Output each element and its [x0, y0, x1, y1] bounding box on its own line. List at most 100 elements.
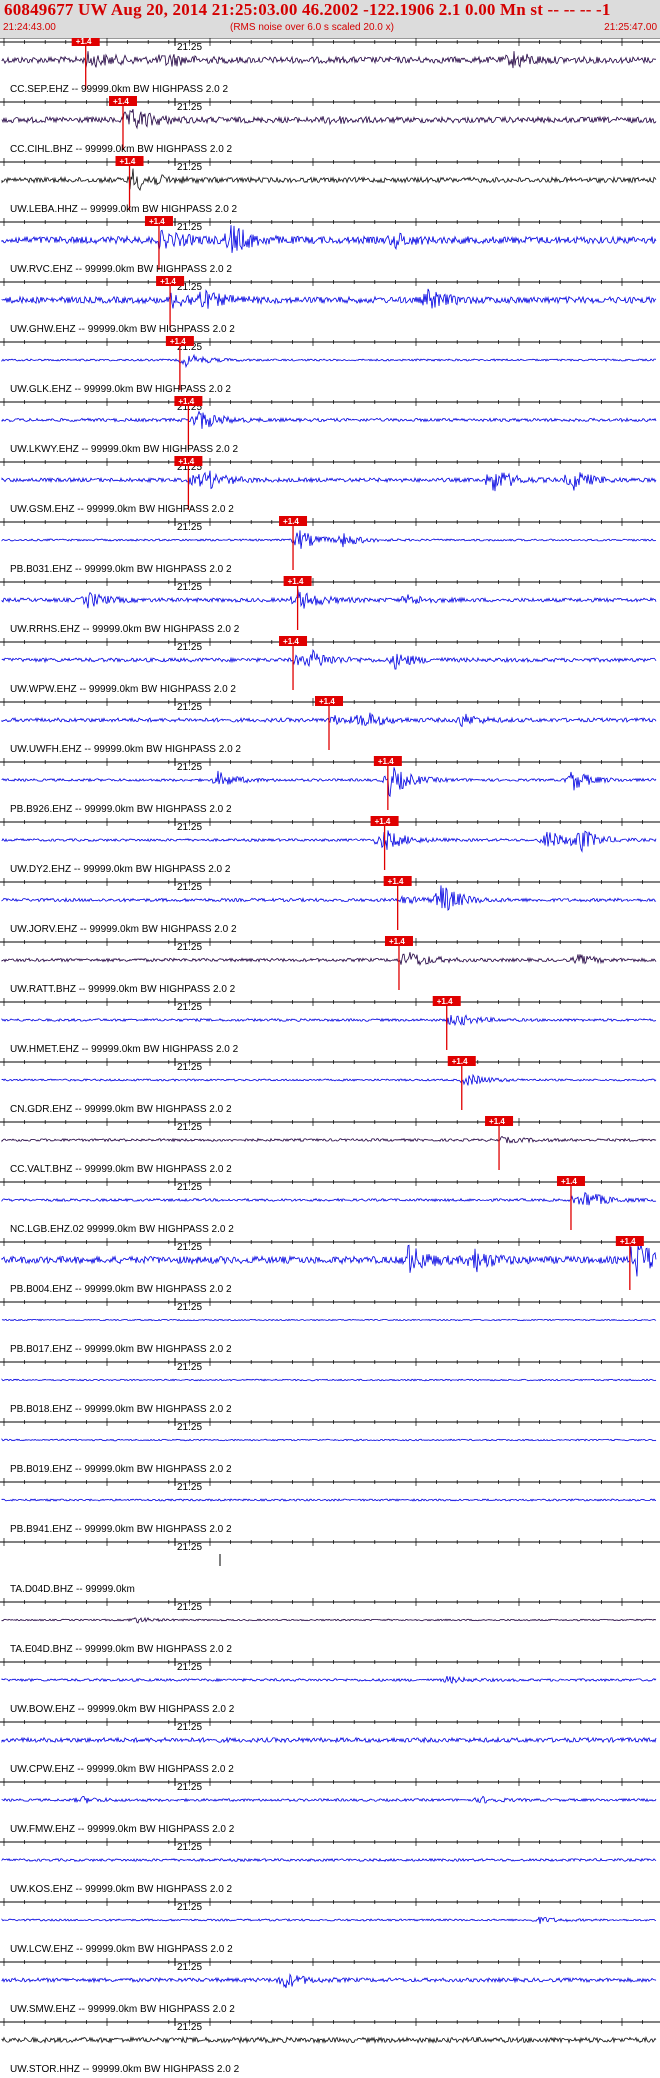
waveform-trace [1, 1857, 657, 1863]
minute-label: 21:25 [177, 1842, 202, 1853]
minute-label: 21:25 [177, 942, 202, 953]
pick-label: +1.4 [283, 517, 299, 526]
minute-label: 21:25 [177, 102, 202, 113]
pick-label: +1.4 [452, 1057, 468, 1066]
minute-label: 21:25 [177, 1542, 202, 1553]
station-label: UW.UWFH.EHZ -- 99999.0km BW HIGHPASS 2.0… [10, 744, 241, 755]
minute-label: 21:25 [177, 1782, 202, 1793]
waveform-trace [1, 1073, 657, 1086]
pick-label: +1.4 [388, 877, 404, 886]
station-label: TA.E04D.BHZ -- 99999.0km BW HIGHPASS 2.0… [10, 1644, 232, 1655]
waveform-trace [1, 1438, 657, 1442]
minute-label: 21:25 [177, 702, 202, 713]
minute-label: 21:25 [177, 882, 202, 893]
minute-label: 21:25 [177, 1362, 202, 1373]
pick-label: +1.4 [149, 217, 165, 226]
minute-label: 21:25 [177, 42, 202, 53]
waveform-trace [1, 1973, 657, 1989]
station-label: UW.RATT.BHZ -- 99999.0km BW HIGHPASS 2.0… [10, 984, 236, 995]
waveform-trace [1, 952, 657, 966]
waveform-trace [1, 353, 657, 369]
pick-label: +1.4 [178, 397, 194, 406]
minute-label: 21:25 [177, 762, 202, 773]
station-label: PB.B017.EHZ -- 99999.0km BW HIGHPASS 2.0… [10, 1344, 232, 1355]
waveform-trace [1, 1135, 657, 1144]
waveform-trace [1, 51, 657, 69]
station-label: UW.LCW.EHZ -- 99999.0km BW HIGHPASS 2.0 … [10, 1944, 233, 1955]
minute-label: 21:25 [177, 1302, 202, 1313]
pick-label: +1.4 [389, 937, 405, 946]
minute-label: 21:25 [177, 1062, 202, 1073]
minute-label: 21:25 [177, 522, 202, 533]
event-title: 60849677 UW Aug 20, 2014 21:25:03.00 46.… [4, 0, 611, 19]
waveform-trace [1, 1318, 657, 1322]
waveform-trace [1, 1244, 657, 1277]
waveform-trace [1, 225, 657, 253]
station-label: NC.LGB.EHZ.02 99999.0km BW HIGHPASS 2.0 … [10, 1224, 234, 1235]
pick-label: +1.4 [170, 337, 186, 346]
waveform-trace [1, 288, 657, 309]
station-label: UW.STOR.HHZ -- 99999.0km BW HIGHPASS 2.0… [10, 2064, 240, 2075]
minute-label: 21:25 [177, 1722, 202, 1733]
station-label: PB.B941.EHZ -- 99999.0km BW HIGHPASS 2.0… [10, 1524, 232, 1535]
station-label: CC.CIHL.BHZ -- 99999.0km BW HIGHPASS 2.0… [10, 144, 233, 155]
station-label: UW.GHW.EHZ -- 99999.0km BW HIGHPASS 2.0 … [10, 324, 235, 335]
station-label: UW.HMET.EHZ -- 99999.0km BW HIGHPASS 2.0… [10, 1044, 239, 1055]
seismogram-plot: 21:25 +1.4 CC.SEP.EHZ -- 99999.0km BW HIGH… [0, 38, 660, 2078]
station-label: UW.GLK.EHZ -- 99999.0km BW HIGHPASS 2.0 … [10, 384, 231, 395]
minute-label: 21:25 [177, 1902, 202, 1913]
waveform-trace [1, 470, 657, 492]
minute-label: 21:25 [177, 1422, 202, 1433]
pick-label: +1.4 [113, 97, 129, 106]
waveform-trace [1, 589, 657, 609]
pick-label: +1.4 [561, 1177, 577, 1186]
minute-label: 21:25 [177, 642, 202, 653]
station-label: UW.JORV.EHZ -- 99999.0km BW HIGHPASS 2.0… [10, 924, 237, 935]
station-label: UW.LKWY.EHZ -- 99999.0km BW HIGHPASS 2.0… [10, 444, 238, 455]
waveform-trace [1, 1498, 657, 1502]
waveform-trace [1, 1378, 657, 1382]
waveform-trace [1, 767, 657, 798]
minute-label: 21:25 [177, 162, 202, 173]
station-label: PB.B004.EHZ -- 99999.0km BW HIGHPASS 2.0… [10, 1284, 232, 1295]
minute-label: 21:25 [177, 222, 202, 233]
station-label: UW.KOS.EHZ -- 99999.0km BW HIGHPASS 2.0 … [10, 1884, 233, 1895]
waveform-trace [1, 1192, 657, 1206]
station-label: PB.B031.EHZ -- 99999.0km BW HIGHPASS 2.0… [10, 564, 232, 575]
station-label: TA.D04D.BHZ -- 99999.0km [10, 1584, 135, 1595]
pick-label: +1.4 [288, 577, 304, 586]
start-time: 21:24:43.00 [3, 22, 56, 33]
end-time: 21:25:47.00 [604, 22, 657, 33]
station-label: CC.SEP.EHZ -- 99999.0km BW HIGHPASS 2.0 … [10, 84, 228, 95]
station-label: UW.WPW.EHZ -- 99999.0km BW HIGHPASS 2.0 … [10, 684, 236, 695]
pick-label: +1.4 [283, 637, 299, 646]
minute-label: 21:25 [177, 1962, 202, 1973]
waveform-trace [1, 1675, 657, 1684]
minute-label: 21:25 [177, 1662, 202, 1673]
pick-label: +1.4 [437, 997, 453, 1006]
station-label: UW.GSM.EHZ -- 99999.0km BW HIGHPASS 2.0 … [10, 504, 234, 515]
station-label: UW.LEBA.HHZ -- 99999.0km BW HIGHPASS 2.0… [10, 204, 238, 215]
minute-label: 21:25 [177, 1602, 202, 1613]
waveform-trace [1, 830, 657, 853]
waveform-trace [1, 885, 657, 911]
minute-label: 21:25 [177, 1482, 202, 1493]
waveform-trace [1, 168, 657, 191]
waveform-trace [1, 1795, 657, 1804]
pick-label: +1.4 [76, 38, 92, 46]
waveform-trace [1, 2035, 657, 2044]
rms-note: (RMS noise over 6.0 s scaled 20.0 x) [230, 22, 394, 33]
pick-label: +1.4 [178, 457, 194, 466]
waveform-trace [1, 1014, 657, 1027]
pick-label: +1.4 [319, 697, 335, 706]
station-label: UW.RRHS.EHZ -- 99999.0km BW HIGHPASS 2.0… [10, 624, 240, 635]
station-label: UW.CPW.EHZ -- 99999.0km BW HIGHPASS 2.0 … [10, 1764, 234, 1775]
pick-label: +1.4 [378, 757, 394, 766]
station-label: UW.BOW.EHZ -- 99999.0km BW HIGHPASS 2.0 … [10, 1704, 235, 1715]
pick-label: +1.4 [120, 157, 136, 166]
minute-label: 21:25 [177, 822, 202, 833]
station-label: UW.FMW.EHZ -- 99999.0km BW HIGHPASS 2.0 … [10, 1824, 235, 1835]
station-label: UW.RVC.EHZ -- 99999.0km BW HIGHPASS 2.0 … [10, 264, 232, 275]
minute-label: 21:25 [177, 582, 202, 593]
minute-label: 21:25 [177, 1242, 202, 1253]
